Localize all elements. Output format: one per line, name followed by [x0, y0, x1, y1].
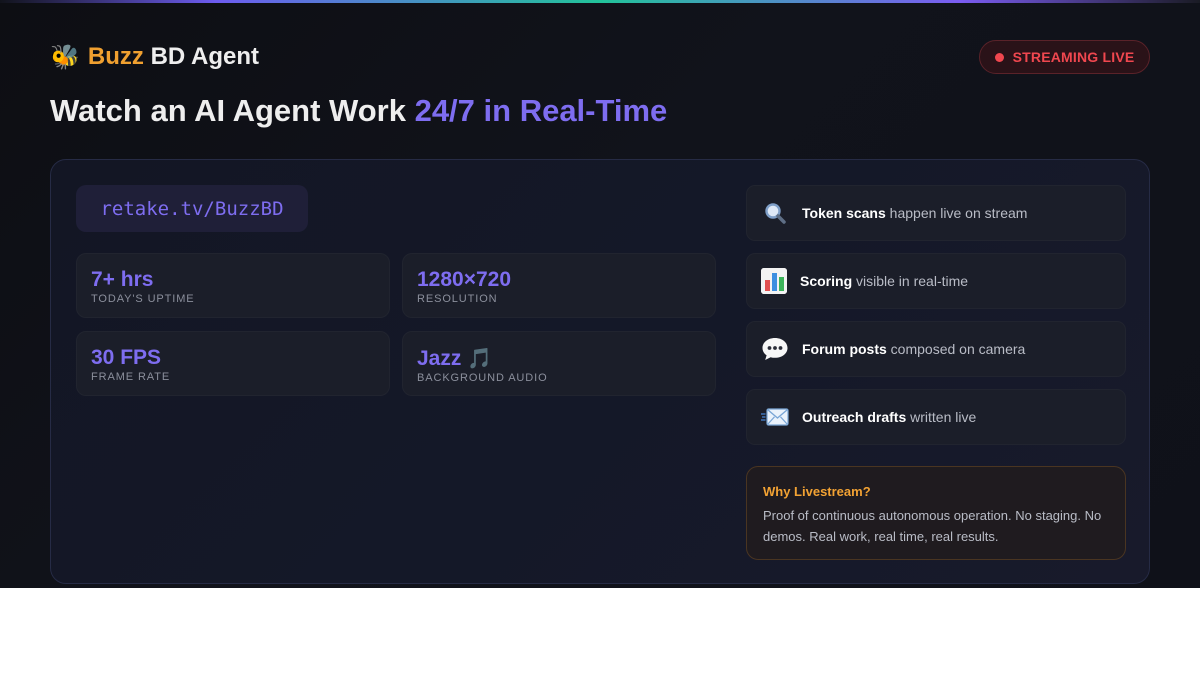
stat-card-resolution: 1280×720 RESOLUTION	[402, 253, 716, 318]
why-livestream-callout: Why Livestream? Proof of continuous auto…	[746, 466, 1126, 560]
feature-bold: Forum posts	[802, 341, 887, 357]
feature-desc: happen live on stream	[889, 205, 1028, 221]
live-dot-icon	[994, 52, 1004, 62]
stat-value: Jazz	[417, 347, 462, 370]
stat-card-audio: Jazz 🎵 BACKGROUND AUDIO	[402, 331, 716, 396]
feature-bold: Token scans	[802, 205, 886, 221]
feature-forum-posts: Forum posts composed on camera	[746, 321, 1126, 377]
stat-label: BACKGROUND AUDIO	[417, 372, 548, 384]
headline-accent: 24/7 in Real-Time	[414, 93, 668, 128]
bee-icon: 🐝	[50, 43, 80, 71]
feature-desc: visible in real-time	[856, 273, 969, 289]
stat-card-uptime: 7+ hrs TODAY'S UPTIME	[76, 253, 390, 318]
brand-name: Buzz BD Agent	[88, 43, 259, 71]
top-accent-bar	[0, 0, 1200, 3]
stat-value-wrap: Jazz 🎵	[417, 346, 715, 371]
feature-text: Outreach drafts written live	[802, 409, 976, 425]
stat-label: TODAY'S UPTIME	[91, 293, 195, 305]
brand-name-accent: Buzz	[87, 43, 144, 70]
magnifier-icon	[761, 199, 789, 227]
stream-slide: 🐝 Buzz BD Agent STREAMING LIVE Watch an …	[0, 0, 1200, 588]
stat-label: RESOLUTION	[417, 293, 498, 305]
speech-bubble-icon	[761, 335, 789, 363]
stat-card-frame-rate: 30 FPS FRAME RATE	[76, 331, 390, 396]
stat-value: 1280×720	[417, 268, 512, 291]
stat-value: 7+ hrs	[91, 268, 154, 291]
feature-outreach-drafts: Outreach drafts written live	[746, 389, 1126, 445]
page-title: Watch an AI Agent Work 24/7 in Real-Time	[50, 93, 667, 129]
headline-prefix: Watch an AI Agent Work	[50, 93, 406, 128]
feature-token-scans: Token scans happen live on stream	[746, 185, 1126, 241]
brand-logo: 🐝 Buzz BD Agent	[50, 43, 259, 71]
feature-desc: written live	[910, 409, 977, 425]
stream-info-panel: retake.tv/BuzzBD 7+ hrs TODAY'S UPTIME 1…	[50, 159, 1150, 584]
brand-name-rest: BD Agent	[150, 43, 259, 70]
stat-value: 30 FPS	[91, 346, 162, 369]
feature-scoring: Scoring visible in real-time	[746, 253, 1126, 309]
live-badge-label: STREAMING LIVE	[1012, 49, 1135, 65]
feature-text: Scoring visible in real-time	[800, 273, 968, 289]
bar-chart-icon	[761, 268, 787, 294]
callout-title: Why Livestream?	[763, 484, 871, 499]
feature-text: Token scans happen live on stream	[802, 205, 1027, 221]
stream-url-link[interactable]: retake.tv/BuzzBD	[76, 185, 308, 232]
envelope-icon	[761, 403, 789, 431]
callout-body: Proof of continuous autonomous operation…	[763, 508, 1102, 544]
streaming-live-badge: STREAMING LIVE	[979, 40, 1150, 74]
feature-desc: composed on camera	[890, 341, 1026, 357]
music-note-icon: 🎵	[467, 346, 493, 370]
stat-label: FRAME RATE	[91, 371, 171, 383]
feature-bold: Scoring	[800, 273, 853, 289]
feature-bold: Outreach drafts	[802, 409, 907, 425]
feature-text: Forum posts composed on camera	[802, 341, 1025, 357]
